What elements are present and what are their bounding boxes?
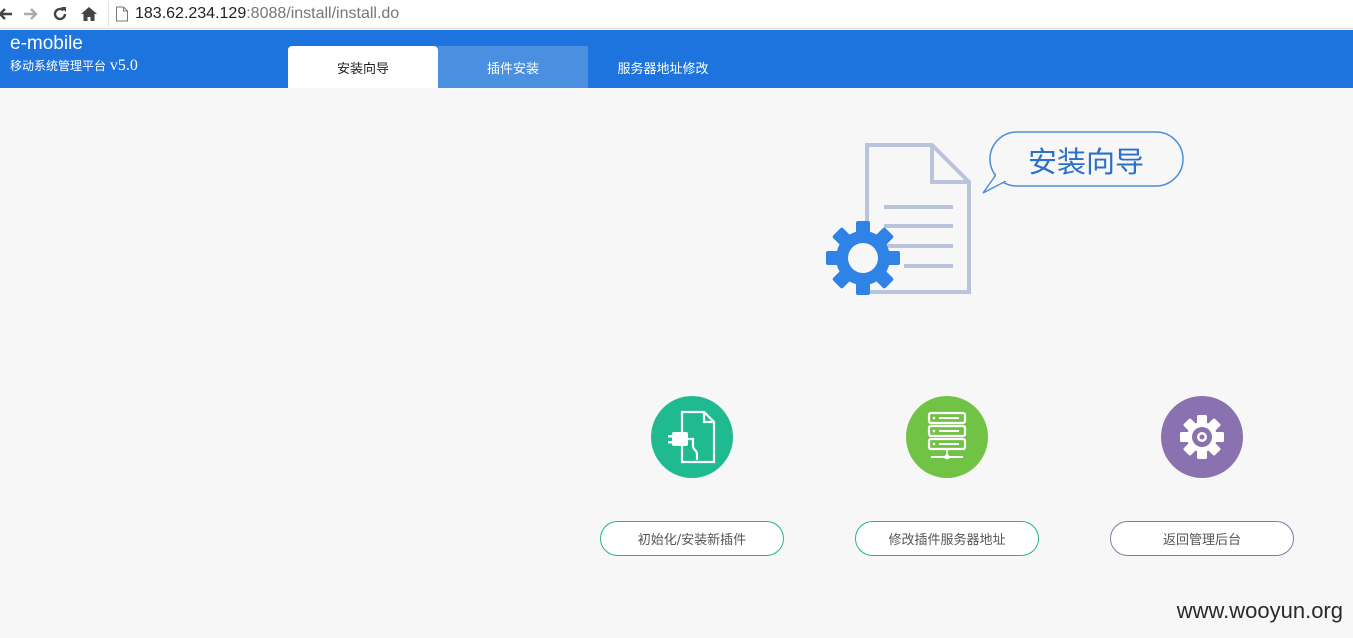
action-modify-server: 修改插件服务器地址 <box>855 396 1039 558</box>
bubble-text: 安装向导 <box>1027 145 1144 179</box>
modify-server-button[interactable]: 修改插件服务器地址 <box>855 521 1039 556</box>
watermark: www.wooyun.org <box>1176 598 1343 623</box>
server-icon[interactable] <box>906 396 988 478</box>
forward-icon[interactable] <box>20 3 42 25</box>
browser-toolbar: 183.62.234.129:8088/install/install.do <box>0 0 1353 29</box>
tab-server-address[interactable]: 服务器地址修改 <box>588 46 738 88</box>
plug-document-icon[interactable] <box>651 396 733 478</box>
address-bar[interactable]: 183.62.234.129:8088/install/install.do <box>108 1 1353 27</box>
gear-icon <box>826 221 900 295</box>
reload-icon[interactable] <box>49 3 71 25</box>
app-header: e-mobile 移动系统管理平台 v5.0 安装向导 插件安装 服务器地址修改 <box>0 30 1353 88</box>
home-icon[interactable] <box>78 3 100 25</box>
brand-title: e-mobile <box>10 33 83 54</box>
gear-icon[interactable] <box>1161 396 1243 478</box>
brand-subtitle: 移动系统管理平台 v5.0 <box>10 57 138 74</box>
back-icon[interactable] <box>0 3 16 25</box>
back-admin-button[interactable]: 返回管理后台 <box>1110 521 1294 556</box>
url-text: 183.62.234.129:8088/install/install.do <box>135 5 400 22</box>
action-init-plugin: 初始化/安装新插件 <box>600 396 784 558</box>
tab-install-wizard[interactable]: 安装向导 <box>288 46 438 88</box>
action-back-admin: 返回管理后台 <box>1110 396 1294 558</box>
brand-version: v5.0 <box>109 57 138 74</box>
init-plugin-button[interactable]: 初始化/安装新插件 <box>600 521 784 556</box>
page-icon <box>116 6 128 22</box>
tab-plugin-install[interactable]: 插件安装 <box>438 46 588 88</box>
